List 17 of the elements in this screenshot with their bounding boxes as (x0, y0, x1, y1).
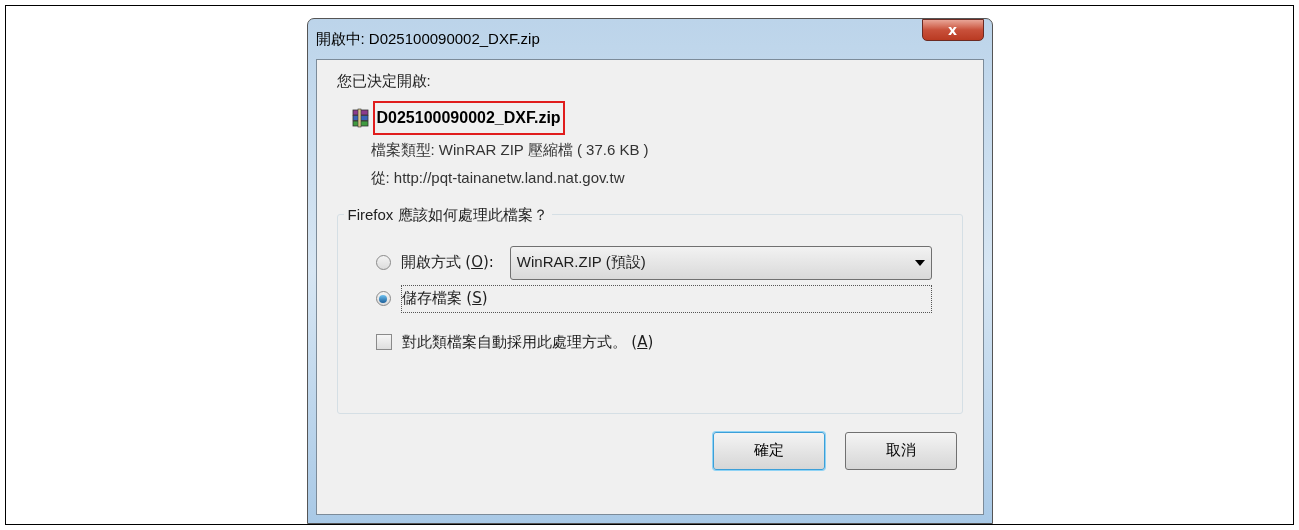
dialog-button[interactable]: 取消 (844, 431, 957, 470)
source-url-text: 從: http://pqt-tainanetw.land.nat.gov.tw (370, 168, 626, 188)
file-type-text: 檔案類型: WinRAR ZIP 壓縮檔 ( 37.6 KB ) (370, 139, 650, 160)
dropdown[interactable]: WinRAR.ZIP (預設) (509, 245, 932, 280)
file-name: D025100090002_DXF.zip (372, 100, 565, 135)
radio-button[interactable] (375, 255, 391, 270)
option-label: 開啟方式 (O): (400, 252, 494, 274)
option-label: 儲存檔案 (S) (401, 288, 488, 310)
radio-button[interactable] (375, 291, 391, 306)
dialog-button[interactable]: 確定 (712, 431, 825, 470)
close-button[interactable]: x (921, 19, 984, 41)
window-title: 開啟中: D025100090002_DXF.zip (315, 28, 540, 49)
caret-icon (914, 259, 925, 266)
checkbox[interactable] (375, 333, 392, 350)
archive-icon (350, 107, 371, 128)
intro-text: 您已決定開啟: (336, 71, 432, 91)
checkbox-label: 對此類檔案自動採用此處理方式。 (A) (401, 331, 654, 353)
